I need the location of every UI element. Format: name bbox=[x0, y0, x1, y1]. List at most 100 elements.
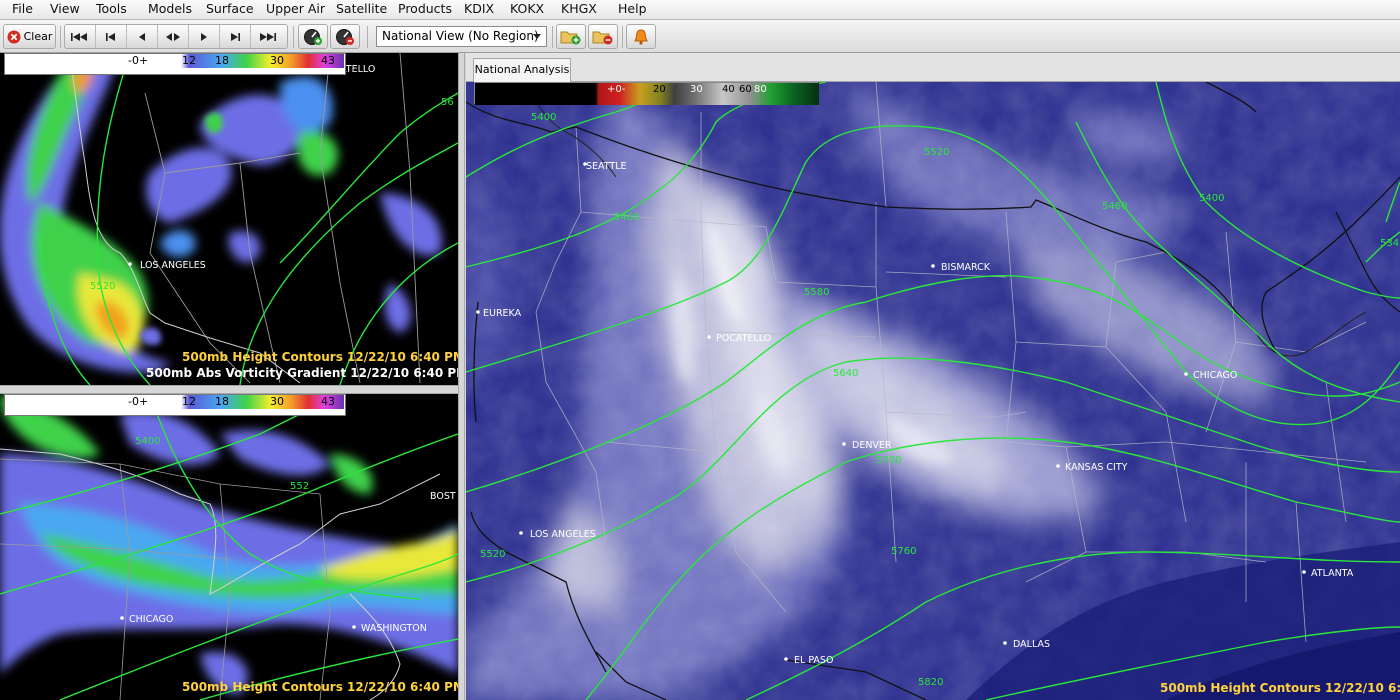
national-analysis-map-canvas: 5400 5460 5520 5460 5400 534 5580 5640 5… bbox=[466, 82, 1400, 700]
region-select-value: National View (No Region) bbox=[382, 29, 539, 43]
contour-label: 56 bbox=[441, 97, 454, 108]
first-frame-button[interactable] bbox=[65, 25, 96, 48]
remove-bundle-button[interactable] bbox=[588, 24, 618, 49]
contour-label: 5400 bbox=[1199, 193, 1224, 204]
city-los-angeles: LOS ANGELES bbox=[140, 260, 206, 271]
remove-bundle-icon bbox=[592, 31, 613, 44]
vorticity-map-top[interactable]: LOS ANGELES ATELLO 5520 56 500mb Height … bbox=[0, 53, 458, 385]
contour-label: 5760 bbox=[891, 546, 916, 557]
play-back-icon bbox=[139, 32, 145, 41]
contour-label: 5460 bbox=[614, 212, 639, 223]
city-seattle: SEATTLE bbox=[586, 161, 627, 172]
city-bismarck: BISMARCK bbox=[941, 262, 991, 273]
legend-label: -0+ bbox=[128, 54, 149, 67]
add-bundle-icon bbox=[560, 31, 581, 44]
legend-label: 30 bbox=[690, 84, 703, 95]
city-chicago: CHICAGO bbox=[129, 614, 173, 625]
contour-label: 5400 bbox=[531, 112, 556, 123]
city-chicago: CHICAGO bbox=[1193, 370, 1237, 381]
chevron-down-icon bbox=[533, 34, 541, 39]
play-forward-icon bbox=[201, 32, 207, 41]
menu-bar: File View Tools Models Surface Upper Air… bbox=[0, 0, 1400, 20]
step-forward-button[interactable] bbox=[220, 25, 251, 48]
overlay-title-height: 500mb Height Contours 12/22/10 6:40 PM bbox=[1160, 681, 1400, 695]
city-kansas-city: KANSAS CITY bbox=[1065, 462, 1128, 473]
menu-satellite[interactable]: Satellite bbox=[336, 0, 387, 20]
alert-bell-icon bbox=[634, 28, 648, 45]
satellite-color-legend: +0- 20 30 40 60 80 bbox=[474, 82, 819, 105]
contour-label: 5820 bbox=[918, 677, 943, 688]
legend-label: +0- bbox=[607, 84, 626, 95]
toolbar: Clear National View (No Region) bbox=[0, 20, 1400, 53]
legend-label: 20 bbox=[653, 84, 666, 95]
step-back-icon bbox=[106, 32, 115, 41]
speed-down-button[interactable] bbox=[330, 24, 360, 49]
legend-label: 60 bbox=[739, 84, 752, 95]
menu-surface[interactable]: Surface bbox=[206, 0, 254, 20]
menu-khgx[interactable]: KHGX bbox=[561, 0, 597, 20]
city-pocatello: POCATELLO bbox=[716, 333, 771, 344]
step-forward-icon bbox=[231, 32, 240, 41]
menu-kdix[interactable]: KDIX bbox=[464, 0, 494, 20]
menu-tools[interactable]: Tools bbox=[96, 0, 127, 20]
city-los-angeles: LOS ANGELES bbox=[530, 529, 596, 540]
clear-label: Clear bbox=[23, 30, 53, 43]
legend-label: 30 bbox=[270, 395, 284, 408]
vorticity-map-bottom[interactable]: CHICAGO WASHINGTON BOST 5400 552 500mb H… bbox=[0, 394, 458, 700]
legend-label: 18 bbox=[215, 395, 229, 408]
menu-models[interactable]: Models bbox=[148, 0, 192, 20]
play-back-button[interactable] bbox=[127, 25, 158, 48]
clear-icon bbox=[7, 30, 21, 43]
overlay-title-height: 500mb Height Contours 12/22/10 6:40 PM bbox=[182, 680, 458, 694]
step-back-button[interactable] bbox=[96, 25, 127, 48]
speed-up-icon bbox=[304, 28, 322, 45]
menu-view[interactable]: View bbox=[50, 0, 80, 20]
alert-bell-button[interactable] bbox=[626, 24, 656, 49]
clear-button[interactable]: Clear bbox=[3, 24, 56, 49]
region-select[interactable]: National View (No Region) bbox=[376, 26, 547, 47]
menu-file[interactable]: File bbox=[12, 0, 33, 20]
speed-down-icon bbox=[336, 28, 354, 45]
legend-color-bar bbox=[181, 395, 344, 409]
color-legend: -0+ 12 18 30 43 bbox=[4, 53, 346, 75]
legend-color-bar bbox=[181, 54, 344, 68]
first-frame-icon bbox=[71, 32, 87, 41]
legend-label: 18 bbox=[215, 54, 229, 67]
contour-label: 5520 bbox=[924, 147, 949, 158]
speed-up-button[interactable] bbox=[298, 24, 328, 49]
city-boston: BOST bbox=[430, 491, 456, 502]
color-legend: -0+ 12 18 30 43 bbox=[4, 394, 346, 416]
legend-label: 12 bbox=[182, 395, 196, 408]
city-eureka: EUREKA bbox=[483, 308, 522, 319]
menu-kokx[interactable]: KOKX bbox=[510, 0, 544, 20]
play-forward-button[interactable] bbox=[189, 25, 220, 48]
contour-label: 534 bbox=[1380, 238, 1399, 249]
tab-national-analysis[interactable]: National Analysis bbox=[473, 58, 571, 83]
legend-label: 43 bbox=[321, 54, 335, 67]
rock-icon bbox=[166, 32, 180, 41]
city-el-paso: EL PASO bbox=[794, 655, 833, 666]
last-frame-icon bbox=[259, 32, 276, 41]
add-bundle-button[interactable] bbox=[556, 24, 586, 49]
legend-label: 12 bbox=[182, 54, 196, 67]
city-washington: WASHINGTON bbox=[361, 623, 427, 634]
menu-upper-air[interactable]: Upper Air bbox=[266, 0, 325, 20]
city-atlanta: ATLANTA bbox=[1311, 568, 1354, 579]
menu-help[interactable]: Help bbox=[618, 0, 647, 20]
national-analysis-map[interactable]: 5400 5460 5520 5460 5400 534 5580 5640 5… bbox=[466, 82, 1400, 700]
horizontal-splitter[interactable] bbox=[0, 385, 462, 394]
legend-label: 30 bbox=[270, 54, 284, 67]
contour-label: 5460 bbox=[1102, 201, 1127, 212]
frame-controls bbox=[64, 24, 288, 49]
contour-label: 5400 bbox=[135, 436, 160, 447]
legend-label: 43 bbox=[321, 395, 335, 408]
city-dallas: DALLAS bbox=[1013, 639, 1050, 650]
contour-label: 5520 bbox=[480, 549, 505, 560]
rock-button[interactable] bbox=[158, 25, 189, 48]
menu-products[interactable]: Products bbox=[398, 0, 452, 20]
contour-label: 5520 bbox=[90, 281, 115, 292]
legend-label: 80 bbox=[754, 84, 767, 95]
last-frame-button[interactable] bbox=[251, 25, 282, 48]
vertical-splitter[interactable] bbox=[458, 53, 465, 700]
vorticity-map-top-canvas: LOS ANGELES ATELLO 5520 56 500mb Height … bbox=[0, 53, 458, 385]
